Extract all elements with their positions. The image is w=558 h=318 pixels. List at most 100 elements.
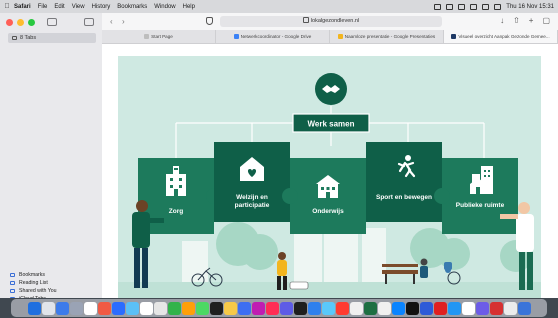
dock-app-icon[interactable] [153,301,167,315]
tab-overview-icon[interactable] [84,18,94,26]
dock-app-icon[interactable] [41,301,55,315]
dock-app-icon[interactable] [181,301,195,315]
dock-app-icon[interactable] [265,301,279,315]
dock-app-icon[interactable] [349,301,363,315]
dock-app-icon[interactable] [377,301,391,315]
dock-app-icon[interactable] [517,301,531,315]
tab-google-drive[interactable]: Netwerkcoordinator - Google Drive [216,30,330,43]
safari-window: 8 Tabs Bookmarks Reading List Shared wit… [0,13,558,302]
piece-label-publieke-ruimte: Publieke ruimte [455,202,505,209]
dock-app-icon[interactable] [419,301,433,315]
sidebar-tabs-group[interactable]: 8 Tabs [8,33,96,43]
dock-app-icon[interactable] [321,301,335,315]
sidebar-item-label: Bookmarks [19,272,45,278]
dock-app-icon[interactable] [405,301,419,315]
dock-app-icon[interactable] [475,301,489,315]
piece-label-welzijn-wrap: Welzijn en participatie [234,194,270,209]
menu-bookmarks[interactable]: Bookmarks [117,4,147,10]
dock-app-icon[interactable] [83,301,97,315]
dock-app-icon[interactable] [307,301,321,315]
menu-bar:  Safari File Edit View History Bookmark… [0,0,558,13]
tab-favicon-icon [451,34,457,39]
piece-label-welzijn: Welzijn en participatie [234,194,270,209]
piece-label-zorg: Zorg [169,208,183,215]
address-bar[interactable]: lokalgezondleven.nl [220,16,442,27]
status-icon[interactable] [446,3,454,10]
status-area: Thu 16 Nov 15:31 [434,0,554,13]
illustration-svg: Werk samen Zorg Welzijn en participatie … [118,56,541,298]
menu-window[interactable]: Window [154,4,175,10]
sidebar-item-shared[interactable]: Shared with You [10,287,57,295]
tab-start-page[interactable]: Start Page [102,30,216,43]
dock-app-icon[interactable] [237,301,251,315]
reading-list-icon [10,281,15,285]
dock-app-icon[interactable] [461,301,475,315]
wifi-icon[interactable] [482,3,490,10]
sidebar-tabs-label: 8 Tabs [20,35,37,41]
sidebar-item-bookmarks[interactable]: Bookmarks [10,271,57,279]
dock-app-icon[interactable] [69,301,83,315]
tab-label: Visueel overzicht Aanpak Gezonde Gemee..… [458,34,550,39]
illustration: Werk samen Zorg Welzijn en participatie … [118,56,541,298]
privacy-shield-icon[interactable] [206,17,213,25]
sidebar-item-label: Shared with You [19,288,57,294]
lock-icon [302,17,309,23]
dock-app-icon[interactable] [447,301,461,315]
apple-menu-icon[interactable]:  [0,3,14,10]
dock-app-icon[interactable] [139,301,153,315]
dock-app-icon[interactable] [111,301,125,315]
dock-app-icon[interactable] [335,301,349,315]
dock-app-icon[interactable] [293,301,307,315]
menu-view[interactable]: View [72,4,85,10]
new-tab-icon[interactable]: + [529,16,534,25]
share-icon[interactable]: ⇧ [513,16,520,25]
minimize-button[interactable] [17,19,24,26]
zoom-button[interactable] [28,19,35,26]
menu-file[interactable]: File [38,4,48,10]
tab-bar: Start Page Netwerkcoordinator - Google D… [102,30,558,44]
tab-visueel-overzicht[interactable]: Visueel overzicht Aanpak Gezonde Gemee..… [444,30,558,43]
dock-app-icon[interactable] [391,301,405,315]
shared-icon [10,289,15,293]
tabs-icon [12,36,17,40]
status-icon[interactable] [458,3,466,10]
window-controls [6,19,35,26]
menubar-clock[interactable]: Thu 16 Nov 15:31 [506,4,554,10]
menu-history[interactable]: History [92,4,111,10]
dock-app-icon[interactable] [167,301,181,315]
sidebar-item-reading-list[interactable]: Reading List [10,279,57,287]
search-icon[interactable] [494,3,502,10]
piece-label-publieke-wrap: Publieke ruimte [455,202,505,209]
dock-app-icon[interactable] [489,301,503,315]
dock-area [0,298,558,318]
download-icon[interactable]: ↓ [500,16,504,25]
dock-app-icon[interactable] [195,301,209,315]
menu-edit[interactable]: Edit [54,4,64,10]
battery-icon[interactable] [470,3,478,10]
tab-google-slides[interactable]: Naamloze presentatie - Google Presentati… [330,30,444,43]
close-button[interactable] [6,19,13,26]
dock-app-icon[interactable] [433,301,447,315]
back-icon[interactable]: ‹ [110,17,113,26]
piece-label-onderwijs: Onderwijs [312,208,344,215]
dock-app-icon[interactable] [27,301,41,315]
piece-label-sport: Sport en bewegen [376,194,432,201]
dock-app-icon[interactable] [363,301,377,315]
tab-label: Naamloze presentatie - Google Presentati… [344,34,436,39]
dock-app-icon[interactable] [279,301,293,315]
dock-app-icon[interactable] [503,301,517,315]
menu-app-name[interactable]: Safari [14,4,31,10]
sidebar-toggle-icon[interactable] [47,18,57,26]
dock-app-icon[interactable] [251,301,265,315]
tab-overview-icon[interactable]: ▢ [542,16,550,25]
dock-app-icon[interactable] [209,301,223,315]
toolbar-actions: ↓ ⇧ + ▢ [500,16,550,25]
dock-app-icon[interactable] [97,301,111,315]
forward-icon[interactable]: › [122,17,125,26]
dock-app-icon[interactable] [223,301,237,315]
dock [11,299,547,317]
status-icon[interactable] [434,3,442,10]
dock-app-icon[interactable] [125,301,139,315]
dock-app-icon[interactable] [55,301,69,315]
menu-help[interactable]: Help [183,4,195,10]
